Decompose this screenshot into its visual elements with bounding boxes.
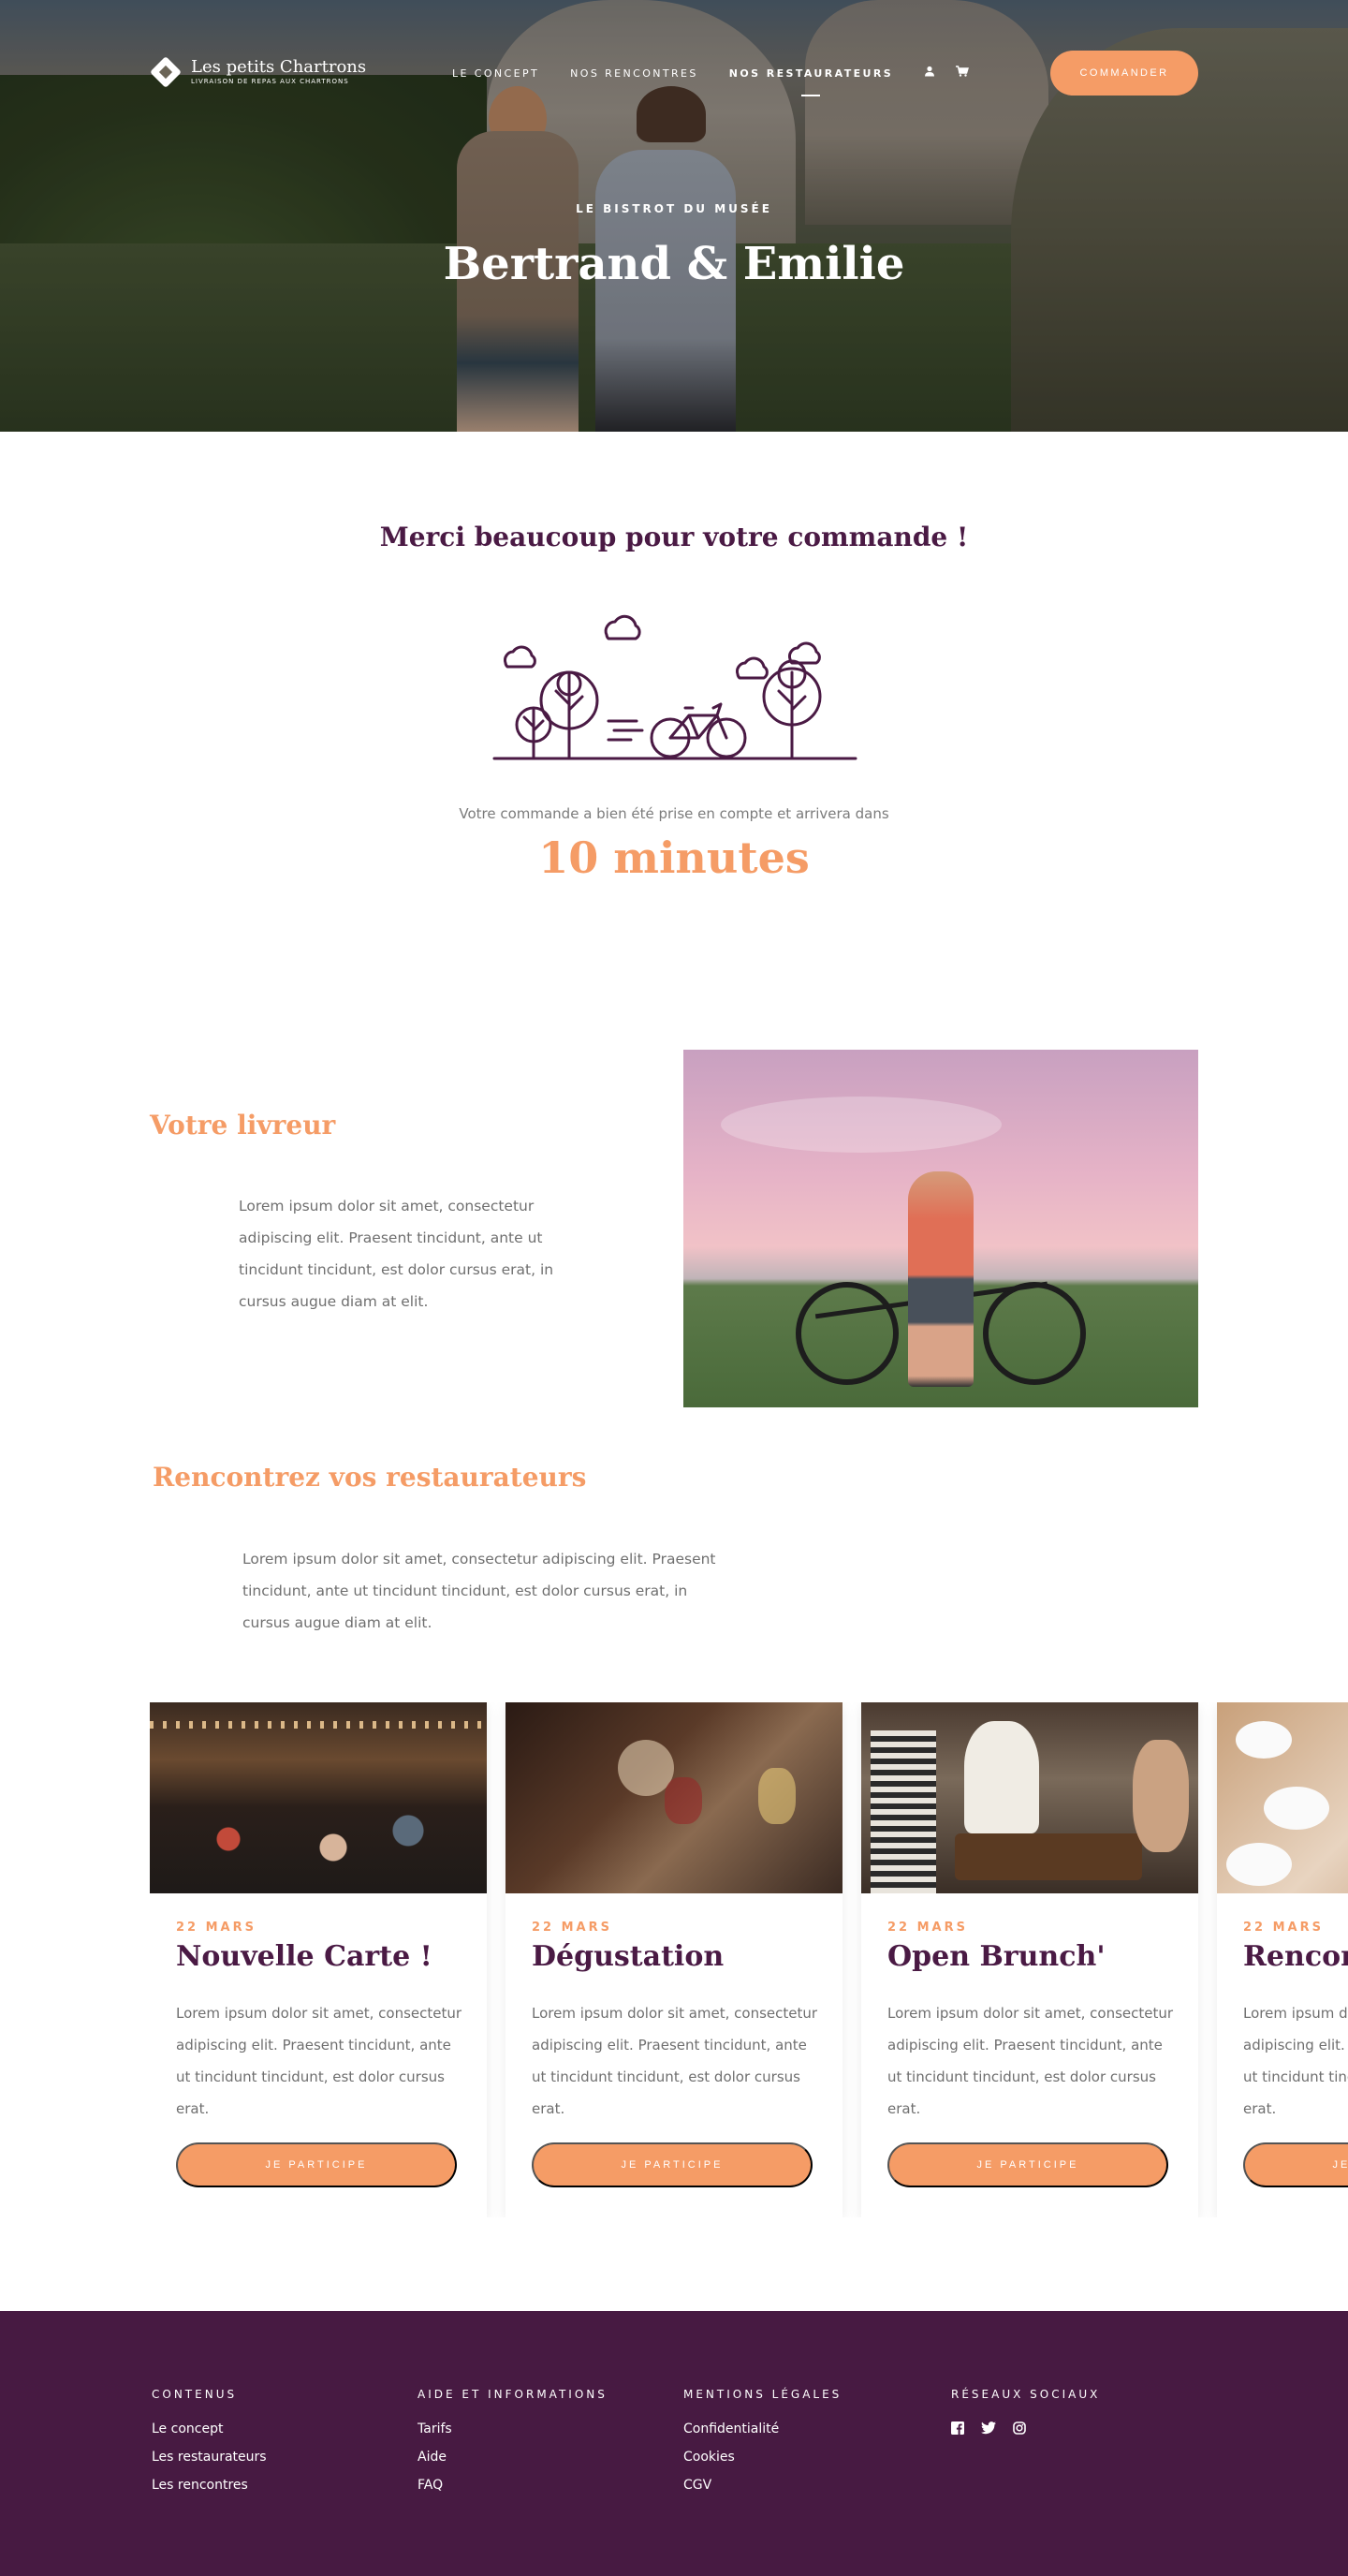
events-carousel[interactable]: 22 MARS Nouvelle Carte ! Lorem ipsum dol…: [150, 1702, 1348, 2217]
event-date: 22 MARS: [1243, 1921, 1324, 1935]
event-title: Dégustation: [532, 1940, 725, 1973]
event-card: 22 MARS Dégustation Lorem ipsum dolor si…: [506, 1702, 842, 2217]
participate-button[interactable]: JE PARTICIPE: [887, 2142, 1168, 2187]
footer-heading: AIDE ET INFORMATIONS: [418, 2388, 608, 2401]
event-text: Lorem ipsum dolor sit amet, consectetur …: [887, 2005, 1174, 2117]
confirmation-title: Merci beaucoup pour votre commande !: [379, 522, 969, 552]
event-photo: [506, 1702, 842, 1893]
footer-link[interactable]: FAQ: [418, 2478, 608, 2493]
event-photo: [1217, 1702, 1348, 1893]
footer-link[interactable]: CGV: [683, 2478, 842, 2493]
site-logo[interactable]: Les petits Chartrons LIVRAISON DE REPAS …: [150, 56, 366, 88]
event-title: Rencontre: [1243, 1940, 1348, 1973]
footer-heading: MENTIONS LÉGALES: [683, 2388, 842, 2401]
event-photo: [861, 1702, 1198, 1893]
footer-heading: RÉSEAUX SOCIAUX: [951, 2388, 1101, 2401]
hero-subtitle: LE BISTROT DU MUSÉE: [576, 202, 772, 215]
restaurateurs-title: Rencontrez vos restaurateurs: [153, 1462, 587, 1493]
footer-link[interactable]: Tarifs: [418, 2421, 608, 2436]
footer-link[interactable]: Cookies: [683, 2450, 842, 2465]
footer-link[interactable]: Les rencontres: [152, 2478, 267, 2493]
participate-button[interactable]: JE PARTICIPE: [532, 2142, 813, 2187]
logo-icon: [150, 56, 182, 88]
instagram-icon[interactable]: [1013, 2421, 1026, 2438]
twitter-icon[interactable]: [981, 2421, 996, 2438]
livreur-title: Votre livreur: [150, 1110, 336, 1141]
brand-name: Les petits Chartrons: [191, 57, 367, 77]
livreur-photo: [683, 1050, 1198, 1407]
footer-link[interactable]: Les restaurateurs: [152, 2450, 267, 2465]
event-text: Lorem ipsum dolor sit amet, consectetur …: [176, 2005, 462, 2117]
footer-heading: CONTENUS: [152, 2388, 238, 2401]
footer-link[interactable]: Le concept: [152, 2421, 267, 2436]
nav-item-restaurateurs[interactable]: NOS RESTAURATEURS: [729, 67, 893, 96]
event-title: Open Brunch': [887, 1940, 1106, 1973]
footer-col-contenus: CONTENUS Le concept Les restaurateurs Le…: [152, 2388, 267, 2506]
event-card: 22 MARS Rencontre Lorem ipsum dolor sit …: [1217, 1702, 1348, 2217]
commander-button[interactable]: COMMANDER: [1050, 51, 1198, 96]
event-date: 22 MARS: [176, 1921, 256, 1935]
facebook-icon[interactable]: [951, 2421, 964, 2438]
event-card: 22 MARS Open Brunch' Lorem ipsum dolor s…: [861, 1702, 1198, 2217]
brand-tagline: LIVRAISON DE REPAS AUX CHARTRONS: [191, 78, 349, 85]
nav-menu: LE CONCEPT NOS RENCONTRES NOS RESTAURATE…: [452, 66, 989, 96]
user-icon[interactable]: [924, 66, 935, 81]
nav-item-concept[interactable]: LE CONCEPT: [452, 67, 539, 80]
nav-item-rencontres[interactable]: NOS RENCONTRES: [570, 67, 698, 80]
livreur-text: Lorem ipsum dolor sit amet, consectetur …: [239, 1198, 554, 1310]
event-card: 22 MARS Nouvelle Carte ! Lorem ipsum dol…: [150, 1702, 487, 2217]
restaurateurs-text: Lorem ipsum dolor sit amet, consectetur …: [242, 1551, 716, 1631]
site-footer: CONTENUS Le concept Les restaurateurs Le…: [0, 2311, 1348, 2576]
event-title: Nouvelle Carte !: [176, 1940, 432, 1973]
hero-title: Bertrand & Emilie: [443, 238, 905, 290]
footer-link[interactable]: Confidentialité: [683, 2421, 842, 2436]
hero-banner: Les petits Chartrons LIVRAISON DE REPAS …: [0, 0, 1348, 432]
participate-button[interactable]: JE PARTICIPE: [1243, 2142, 1348, 2187]
event-date: 22 MARS: [887, 1921, 968, 1935]
footer-col-mentions: MENTIONS LÉGALES Confidentialité Cookies…: [683, 2388, 842, 2506]
event-photo: [150, 1702, 487, 1893]
participate-button[interactable]: JE PARTICIPE: [176, 2142, 457, 2187]
cart-icon[interactable]: [956, 66, 969, 81]
event-text: Lorem ipsum dolor sit amet, consectetur …: [532, 2005, 818, 2117]
delivery-eta: 10 minutes: [538, 832, 810, 883]
confirmation-text: Votre commande a bien été prise en compt…: [459, 805, 889, 822]
footer-link[interactable]: Aide: [418, 2450, 608, 2465]
footer-col-aide: AIDE ET INFORMATIONS Tarifs Aide FAQ: [418, 2388, 608, 2506]
event-text: Lorem ipsum dolor sit amet, consectetur …: [1243, 2005, 1348, 2117]
event-date: 22 MARS: [532, 1921, 612, 1935]
footer-col-social: RÉSEAUX SOCIAUX: [951, 2388, 1100, 2438]
bicycle-trees-illustration: [492, 614, 857, 760]
main-nav: Les petits Chartrons LIVRAISON DE REPAS …: [0, 0, 1348, 150]
